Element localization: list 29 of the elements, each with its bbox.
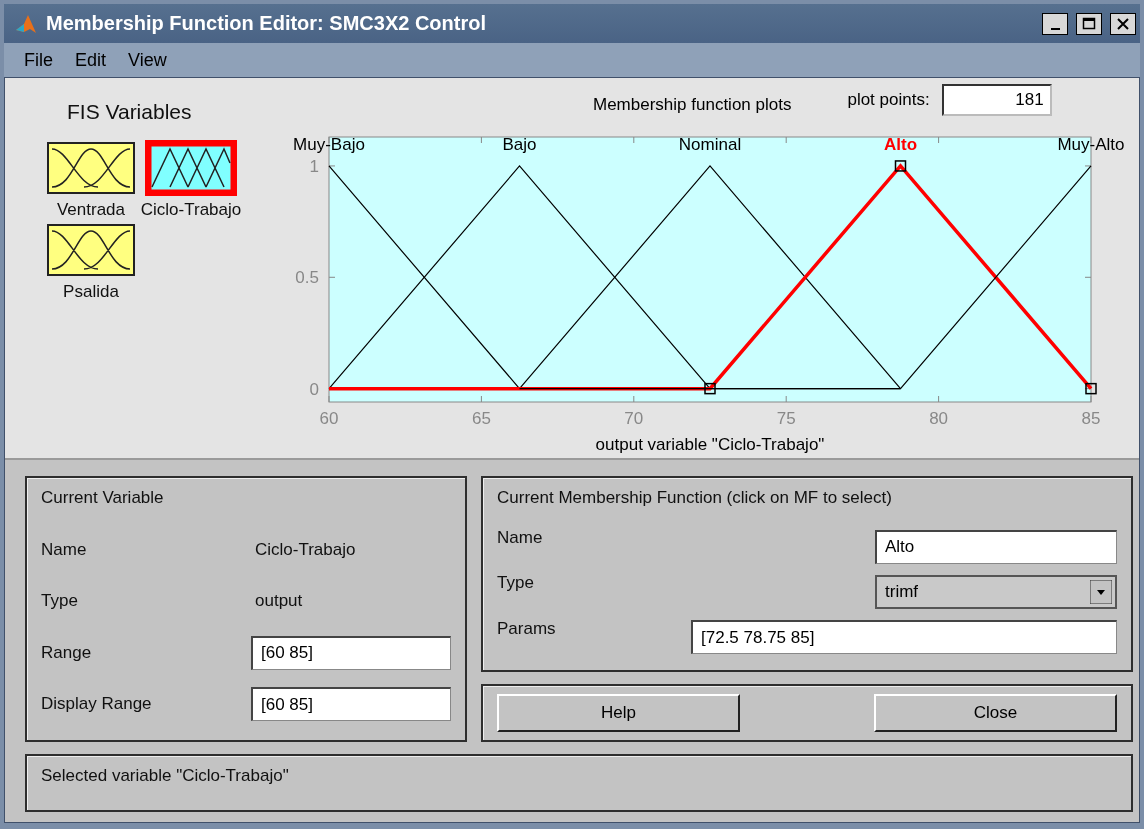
field-label: Type xyxy=(497,573,535,594)
field-label: Range xyxy=(41,642,93,663)
y-tick-label: 1 xyxy=(309,156,319,176)
y-tick-label: 0.5 xyxy=(295,268,319,288)
x-tick-label: 85 xyxy=(1081,409,1101,428)
variable-label: Psalida xyxy=(63,282,119,302)
x-axis-label: output variable "Ciclo-Trabajo" xyxy=(595,435,825,454)
field-label: Params xyxy=(497,618,557,639)
plot-points-label: plot points: xyxy=(847,90,930,110)
panel-title: Current Membership Function (click on MF to select) xyxy=(497,488,893,508)
field-label: Name xyxy=(41,539,88,560)
window-title: Membership Function Editor: SMC3X2 Control xyxy=(46,12,487,36)
variable-label: Ventrada xyxy=(56,200,126,220)
y-tick-label: 0 xyxy=(309,379,319,399)
variable-label: Ciclo-Trabajo xyxy=(140,200,242,220)
x-tick-label: 60 xyxy=(319,409,339,428)
section-title: FIS Variables xyxy=(67,100,193,124)
panel-title: Current Variable xyxy=(41,488,165,508)
status-text: Selected variable "Ciclo-Trabajo" xyxy=(41,766,290,786)
plot-title: Membership function plots xyxy=(593,95,792,115)
x-tick-label: 65 xyxy=(471,409,491,428)
field-label: Name xyxy=(497,528,544,548)
x-tick-label: 80 xyxy=(929,409,949,428)
field-value: output xyxy=(255,591,303,612)
field-label: Display Range xyxy=(41,694,153,715)
x-tick-label: 75 xyxy=(776,409,796,428)
x-tick-label: 70 xyxy=(624,409,644,428)
field-value: Ciclo-Trabajo xyxy=(255,539,356,560)
field-label: Type xyxy=(41,591,79,612)
